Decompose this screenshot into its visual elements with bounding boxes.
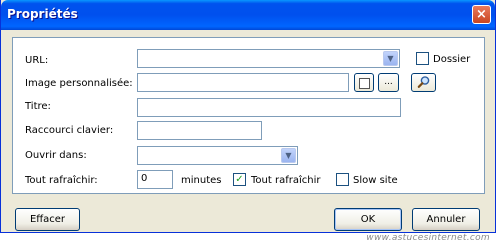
image-label: Image personnalisée: <box>25 78 133 89</box>
properties-dialog: Propriétés × URL: ▼ Dossier Image person… <box>0 0 496 233</box>
effacer-button[interactable]: Effacer <box>15 208 80 231</box>
raccourci-input[interactable] <box>137 121 262 140</box>
annuler-button[interactable]: Annuler <box>412 208 480 231</box>
effacer-label: Effacer <box>29 214 66 225</box>
url-combobox[interactable]: ▼ <box>137 49 400 68</box>
close-button[interactable]: × <box>472 5 491 24</box>
titre-label: Titre: <box>25 101 51 112</box>
raccourci-label: Raccourci clavier: <box>25 125 114 136</box>
url-label: URL: <box>25 55 49 66</box>
ok-label: OK <box>360 214 376 225</box>
browse-button[interactable]: ... <box>378 73 399 92</box>
title-bar: Propriétés × <box>1 0 495 30</box>
browse-label: ... <box>384 77 393 87</box>
rafraichir-label: Tout rafraîchir: <box>25 175 98 186</box>
annuler-label: Annuler <box>426 214 466 225</box>
watermark: www.astucesinternet.com <box>366 233 490 243</box>
image-preview-button[interactable] <box>354 73 374 92</box>
dossier-label: Dossier <box>433 54 471 65</box>
slow-site-checkbox[interactable] <box>336 173 349 186</box>
ouvrir-combobox[interactable]: ▼ <box>137 146 298 165</box>
square-icon <box>358 78 370 89</box>
minutes-input[interactable]: 0 <box>137 170 173 189</box>
magnifier-icon <box>417 76 429 88</box>
tout-rafraichir-checkbox[interactable]: ✓ <box>233 173 246 186</box>
dossier-checkbox[interactable] <box>416 52 429 65</box>
chevron-down-icon[interactable]: ▼ <box>383 51 398 66</box>
minutes-label: minutes <box>181 175 222 186</box>
tout-rafraichir-label: Tout rafraîchir <box>251 175 321 186</box>
close-icon: × <box>476 7 487 22</box>
slow-site-label: Slow site <box>353 175 398 186</box>
ouvrir-label: Ouvrir dans: <box>25 150 87 161</box>
ok-button[interactable]: OK <box>334 208 402 231</box>
minutes-value: 0 <box>141 173 148 184</box>
titre-input[interactable] <box>137 98 401 117</box>
image-input[interactable] <box>137 73 349 92</box>
check-icon: ✓ <box>235 174 244 185</box>
properties-panel: URL: ▼ Dossier Image personnalisée: ... … <box>12 37 485 194</box>
search-button[interactable] <box>411 73 436 92</box>
chevron-down-icon[interactable]: ▼ <box>281 148 296 163</box>
window-title: Propriétés <box>7 7 78 21</box>
